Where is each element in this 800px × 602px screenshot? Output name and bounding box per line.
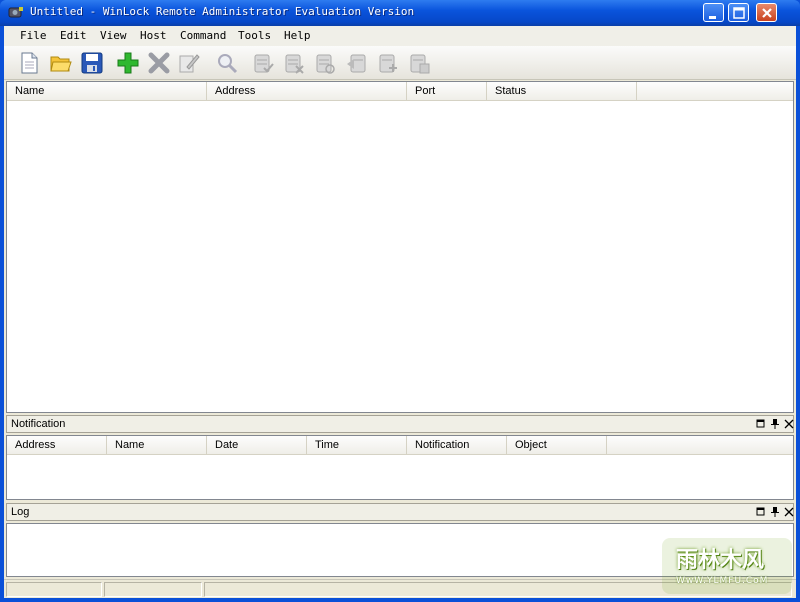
maximize-icon xyxy=(733,7,745,19)
notification-header: Address Name Date Time Notification Obje… xyxy=(7,436,793,455)
notification-list[interactable]: Address Name Date Time Notification Obje… xyxy=(6,435,794,500)
new-document-icon xyxy=(21,52,38,74)
menu-host[interactable]: Host xyxy=(138,28,169,43)
menu-file[interactable]: File xyxy=(18,28,49,43)
add-host-button[interactable] xyxy=(115,50,141,76)
add-host-icon xyxy=(117,52,139,74)
toolbar xyxy=(4,46,796,80)
maximize-button[interactable] xyxy=(728,3,749,22)
app-icon xyxy=(8,7,23,18)
close-icon xyxy=(762,8,772,18)
close-panel-icon[interactable] xyxy=(783,506,795,518)
log-panel-title-bar: Log xyxy=(6,503,794,521)
connect-button[interactable] xyxy=(250,50,276,76)
host-add-icon xyxy=(379,54,397,73)
hosts-list[interactable]: Name Address Port Status xyxy=(6,81,794,413)
pin-icon[interactable] xyxy=(769,506,781,518)
minimize-icon xyxy=(709,16,716,19)
column-header-status[interactable]: Status xyxy=(487,82,637,101)
menu-bar: File Edit View Host Command Tools Help xyxy=(4,26,796,46)
column-header-address[interactable]: Address xyxy=(7,436,107,455)
app-window: Untitled - WinLock Remote Administrator … xyxy=(0,0,800,602)
hosts-header: Name Address Port Status xyxy=(7,82,793,101)
host-send-icon xyxy=(347,54,366,73)
host-help-icon xyxy=(410,54,430,74)
log-panel-title: Log xyxy=(11,506,30,518)
save-button[interactable] xyxy=(79,50,105,76)
delete-host-icon xyxy=(148,52,170,74)
watermark-logo: 雨林木风 WwW.YLMFU.CoM xyxy=(662,538,792,594)
host-disconnect-icon xyxy=(285,54,304,74)
column-header-name[interactable]: Name xyxy=(107,436,207,455)
send-button[interactable] xyxy=(344,50,370,76)
open-folder-icon xyxy=(50,56,72,72)
minimize-button[interactable] xyxy=(703,3,724,22)
refresh-button[interactable] xyxy=(312,50,338,76)
column-header-object[interactable]: Object xyxy=(507,436,607,455)
delete-host-button[interactable] xyxy=(146,50,172,76)
host-connect-icon xyxy=(254,54,274,73)
notification-panel-title: Notification xyxy=(11,418,66,430)
window-title: Untitled - WinLock Remote Administrator … xyxy=(30,5,415,18)
status-pane-2 xyxy=(104,582,202,597)
new-button[interactable] xyxy=(16,50,42,76)
pin-icon[interactable] xyxy=(769,418,781,430)
menu-edit[interactable]: Edit xyxy=(58,28,89,43)
edit-host-button[interactable] xyxy=(176,50,202,76)
disconnect-button[interactable] xyxy=(281,50,307,76)
host-refresh-icon xyxy=(316,54,335,74)
save-icon xyxy=(81,52,103,74)
column-header-name[interactable]: Name xyxy=(7,82,207,101)
find-icon xyxy=(218,54,238,74)
host-add-button[interactable] xyxy=(375,50,401,76)
host-help-button[interactable] xyxy=(406,50,432,76)
restore-icon[interactable] xyxy=(755,506,767,518)
menu-help[interactable]: Help xyxy=(282,28,313,43)
watermark-url: WwW.YLMFU.CoM xyxy=(676,576,769,586)
column-header-address[interactable]: Address xyxy=(207,82,407,101)
column-header-port[interactable]: Port xyxy=(407,82,487,101)
find-button[interactable] xyxy=(214,50,240,76)
column-header-time[interactable]: Time xyxy=(307,436,407,455)
open-button[interactable] xyxy=(48,50,74,76)
close-button[interactable] xyxy=(756,3,777,22)
title-bar[interactable]: Untitled - WinLock Remote Administrator … xyxy=(0,0,800,26)
close-panel-icon[interactable] xyxy=(783,418,795,430)
menu-tools[interactable]: Tools xyxy=(236,28,273,43)
restore-icon[interactable] xyxy=(755,418,767,430)
edit-host-icon xyxy=(179,54,200,73)
column-header-notification[interactable]: Notification xyxy=(407,436,507,455)
menu-command[interactable]: Command xyxy=(178,28,228,43)
status-pane-1 xyxy=(6,582,102,597)
column-header-date[interactable]: Date xyxy=(207,436,307,455)
menu-view[interactable]: View xyxy=(98,28,129,43)
watermark-main-text: 雨林木风 xyxy=(676,548,765,573)
client-area: File Edit View Host Command Tools Help N… xyxy=(4,26,796,598)
notification-panel-title-bar: Notification xyxy=(6,415,794,433)
